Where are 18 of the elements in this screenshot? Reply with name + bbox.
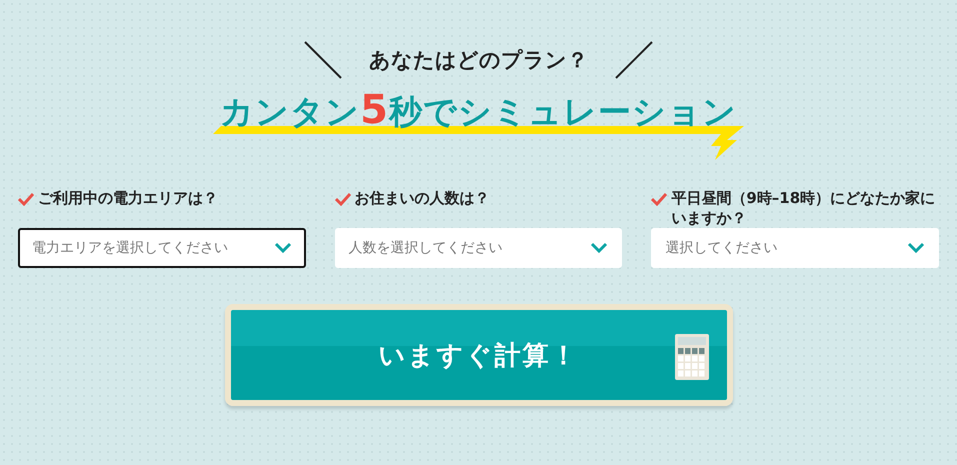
check-icon [334,192,351,206]
select-dropdown[interactable]: 電力エリアを選択してください [18,228,306,268]
select-dropdown[interactable]: 人数を選択してください [334,228,622,268]
question-label: お住まいの人数は？ [354,188,490,208]
chevron-down-icon [274,242,292,254]
slash-icon [303,40,343,80]
headline: カンタン 5秒でシミュレーション [220,90,737,130]
calculate-button[interactable]: いますぐ計算！ [224,304,732,406]
select-dropdown[interactable]: 選択してください [651,228,940,268]
question-label: 平日昼間（9時–18時）にどなたか家にいますか？ [671,188,936,228]
chevron-down-icon [907,242,926,254]
slash-icon [614,40,654,80]
plan-question: あなたはどのプラン？ [369,47,588,74]
chevron-down-icon [590,242,608,254]
question-label: ご利用中の電力エリアは？ [38,188,218,208]
check-icon [18,192,34,206]
check-icon [651,192,668,206]
calculator-icon [674,334,708,380]
